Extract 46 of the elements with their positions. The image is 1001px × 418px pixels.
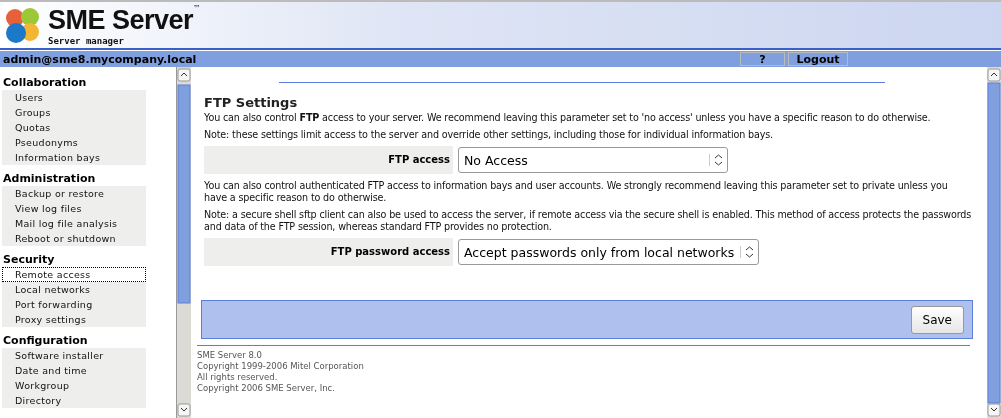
section-title: FTP Settings <box>204 95 299 110</box>
sidebar-item[interactable]: Local networks <box>2 282 146 297</box>
content-scrollbar[interactable] <box>987 67 1001 418</box>
sidebar-item[interactable]: Reboot or shutdown <box>2 231 146 246</box>
description-text: You can also control authenticated FTP access to information bays and user accounts. We strongly recommend leaving this parameter set to private unless you have a specific reason to do otherwise. <box>204 180 949 204</box>
sidebar-item[interactable]: Groups <box>2 105 146 120</box>
sidebar-item[interactable]: Date and time <box>2 363 146 378</box>
dropdown[interactable]: No Access <box>458 147 728 173</box>
field-label: FTP password access <box>204 238 453 266</box>
app-subtitle: Server manager <box>48 35 125 46</box>
sidebar-item[interactable]: Port forwarding <box>2 297 146 312</box>
sidebar-item[interactable]: Proxy settings <box>2 312 146 327</box>
footer-text: SME Server 8.0 <box>197 350 263 361</box>
sidebar-item[interactable]: Directory <box>2 393 146 408</box>
footer-text: Copyright 2006 SME Server, Inc. <box>197 383 336 394</box>
dropdown[interactable]: Accept passwords only from local networks <box>458 239 760 265</box>
section-heading: Collaboration <box>2 75 88 90</box>
description-text: You can also control FTP access to your server. We recommend leaving this parameter set to 'no access' unless you have a specific reason to do otherwise. <box>204 112 932 124</box>
sidebar-item[interactable]: Mail log file analysis <box>2 216 146 231</box>
sidebar-item[interactable]: Information bays <box>2 150 146 165</box>
footer-text: All rights reserved. <box>197 372 279 383</box>
description-text: Note: these settings limit access to the server and override other settings, including those for individual information bays. <box>204 129 774 141</box>
save-button[interactable]: Save <box>910 305 964 334</box>
sidebar-item[interactable]: Users <box>2 90 146 105</box>
sidebar-scrollbar[interactable] <box>177 67 191 418</box>
help-button[interactable]: ? <box>740 52 785 66</box>
field-label: FTP access <box>204 146 453 174</box>
sidebar-item[interactable]: Backup or restore <box>2 186 146 201</box>
trademark: ™ <box>193 4 202 13</box>
description-text: Note: a secure shell sftp client can also be used to access the server, if remote access via the secure shell is enabled. This method of access protects the passwords and data of the FTP session, whereas standard FTP provides no protection. <box>204 209 973 233</box>
chevron-icon <box>709 154 723 166</box>
sidebar-item[interactable]: Pseudonyms <box>2 135 146 150</box>
sidebar-item[interactable]: Quotas <box>2 120 146 135</box>
sidebar-item[interactable]: View log files <box>2 201 146 216</box>
section-heading: Configuration <box>2 333 89 348</box>
footer-text: Copyright 1999-2006 Mitel Corporation <box>197 361 365 372</box>
sidebar-item[interactable]: Workgroup <box>2 378 146 393</box>
section-heading: Security <box>2 252 56 267</box>
logo-icon <box>4 6 42 44</box>
sidebar-item[interactable]: Remote access <box>2 267 146 282</box>
app-title: SME Server <box>48 4 194 36</box>
logout-button[interactable]: Logout <box>788 52 848 66</box>
sidebar-item[interactable]: Software installer <box>2 348 146 363</box>
chevron-icon <box>740 246 755 258</box>
user-name: admin@sme8.mycompany.local <box>3 52 198 66</box>
section-heading: Administration <box>2 171 97 186</box>
